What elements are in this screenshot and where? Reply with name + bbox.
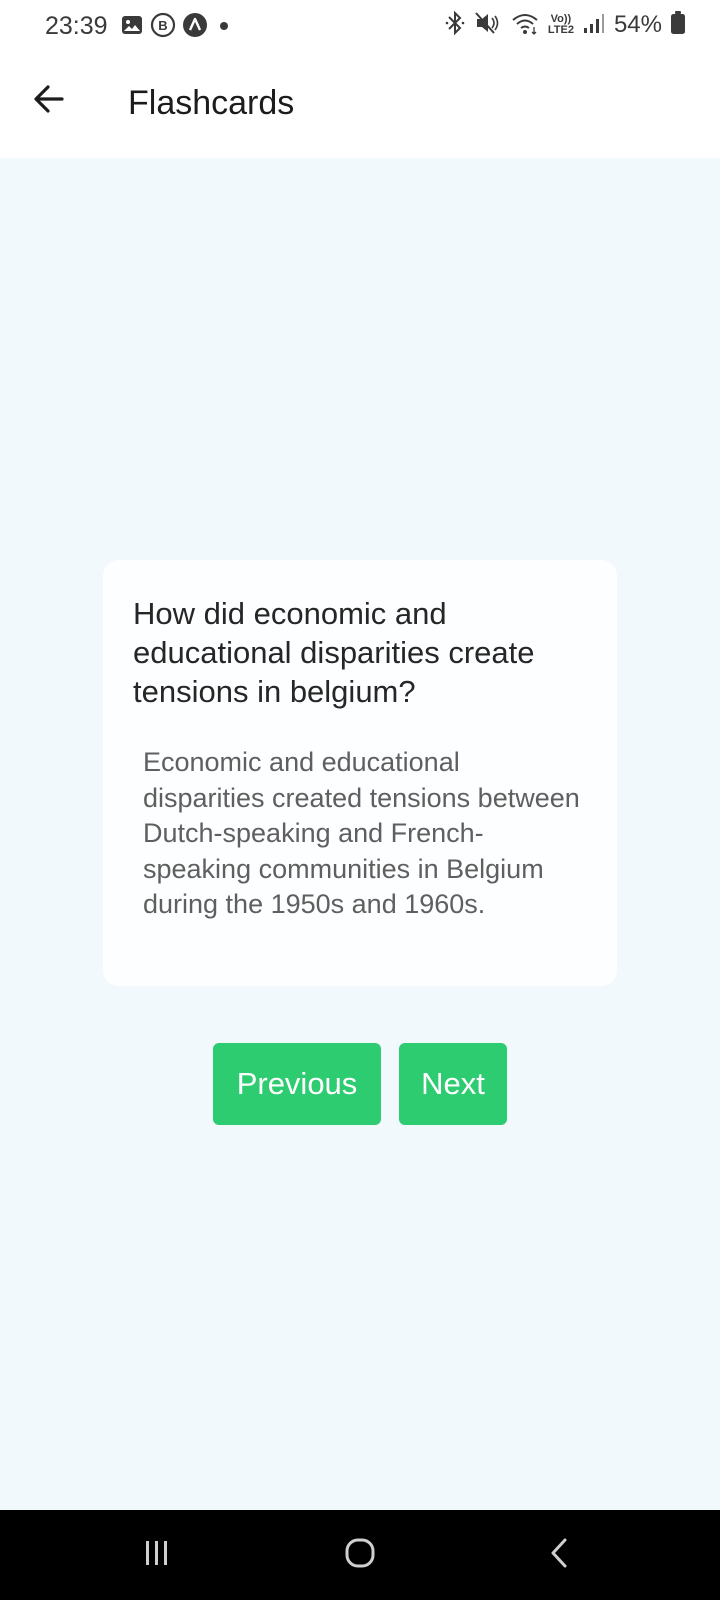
battery-percent: 54%	[613, 11, 662, 38]
status-bar: 23:39 B Vo)) LTE2 54%	[0, 0, 720, 54]
signal-icon	[582, 11, 606, 40]
mute-icon	[474, 10, 502, 41]
app-bar: Flashcards	[0, 54, 720, 158]
b-circle-icon: B	[150, 12, 176, 43]
next-button[interactable]: Next	[399, 1043, 507, 1125]
status-time: 23:39	[45, 12, 108, 40]
status-notification-icons: B	[120, 12, 234, 43]
a-circle-icon	[182, 12, 208, 43]
back-icon	[545, 1536, 575, 1575]
home-icon	[343, 1536, 377, 1575]
notification-dot-icon	[214, 15, 234, 40]
wifi-icon	[510, 10, 540, 41]
battery-icon	[670, 10, 686, 41]
back-button[interactable]	[24, 76, 74, 126]
lte-label: LTE2	[547, 24, 574, 36]
status-system-icons: Vo)) LTE2 54%	[444, 10, 686, 40]
svg-text:B: B	[158, 18, 167, 33]
network-type-label: Vo)) LTE2	[548, 14, 574, 36]
card-navigation: Previous Next	[0, 1043, 720, 1125]
gallery-icon	[120, 13, 144, 42]
flashcard[interactable]: How did economic and educational dispari…	[103, 560, 617, 986]
recents-icon	[142, 1538, 172, 1573]
page-title: Flashcards	[128, 84, 295, 122]
system-navigation-bar	[0, 1510, 720, 1600]
home-button[interactable]	[330, 1530, 390, 1580]
system-back-button[interactable]	[530, 1530, 590, 1580]
arrow-left-icon	[32, 82, 66, 121]
content-area: How did economic and educational dispari…	[0, 158, 720, 1510]
recents-button[interactable]	[127, 1530, 187, 1580]
bluetooth-icon	[444, 10, 466, 41]
previous-button[interactable]: Previous	[213, 1043, 381, 1125]
flashcard-answer: Economic and educational disparities cre…	[143, 747, 580, 919]
flashcard-question: How did economic and educational dispari…	[133, 596, 535, 709]
